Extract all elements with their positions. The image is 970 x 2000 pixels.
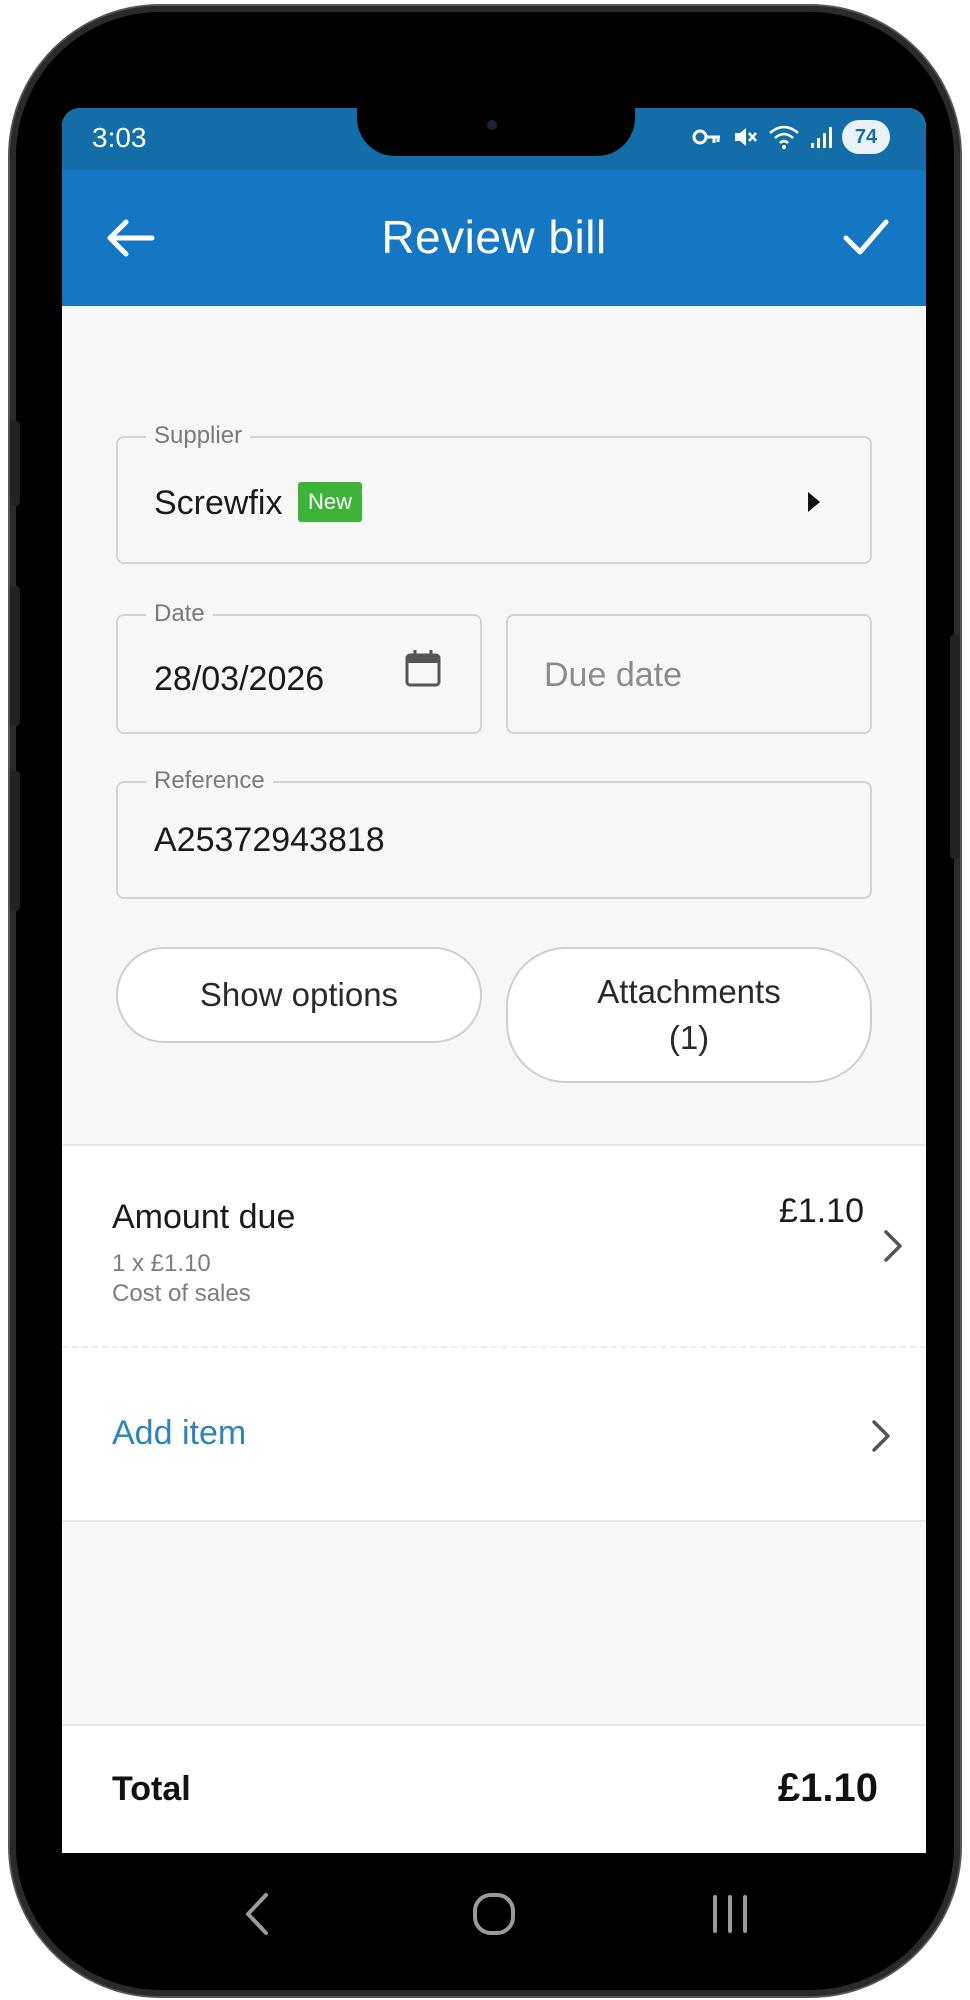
total-value: £1.10 (777, 1766, 878, 1810)
status-bar: 3:03 74 (62, 108, 926, 170)
line-item-amount: £1.10 (778, 1192, 864, 1230)
line-item-row[interactable]: Amount due 1 x £1.10 Cost of sales £1.10 (62, 1146, 926, 1346)
attachments-count: (1) (668, 1019, 710, 1056)
caret-right-icon (806, 490, 822, 519)
chevron-right-icon (870, 1418, 892, 1459)
system-nav-bar (62, 1853, 926, 1973)
page-title: Review bill (381, 211, 607, 263)
mute-icon (732, 124, 758, 150)
attachments-button[interactable]: Attachments (1) (506, 947, 872, 1083)
calendar-icon[interactable] (404, 648, 442, 693)
power-button (950, 634, 960, 859)
camera-notch (357, 108, 635, 156)
recents-nav-icon[interactable] (708, 1889, 752, 1944)
camera-icon (487, 120, 497, 130)
battery-icon: 74 (842, 120, 890, 154)
total-label: Total (112, 1770, 191, 1808)
due-date-placeholder: Due date (544, 656, 682, 694)
signal-icon (810, 125, 832, 149)
supplier-field[interactable]: Supplier Screwfix New (116, 422, 872, 564)
due-date-field[interactable]: Due date (506, 614, 872, 734)
date-value: 28/03/2026 (154, 660, 325, 698)
chevron-right-icon (882, 1228, 904, 1269)
add-item-link[interactable]: Add item (112, 1414, 246, 1453)
reference-value: A25372943818 (154, 821, 385, 859)
volume-up-button (10, 586, 20, 726)
key-icon (692, 127, 722, 147)
screen: 3:03 74 Review bill Supplier Screwfix Ne… (62, 108, 926, 1853)
new-badge: New (298, 482, 363, 522)
add-item-row[interactable]: Add item (62, 1348, 926, 1522)
total-bar: Total £1.10 (62, 1724, 926, 1853)
line-item-title: Amount due (112, 1198, 296, 1236)
back-nav-icon[interactable] (240, 1889, 274, 1944)
supplier-label: Supplier (146, 422, 251, 450)
app-bar: Review bill (62, 170, 926, 306)
line-item-category: Cost of sales (112, 1280, 251, 1307)
status-time: 3:03 (92, 122, 147, 153)
reference-field[interactable]: Reference A25372943818 (116, 767, 872, 899)
wifi-icon (768, 124, 800, 150)
supplier-value: Screwfix (154, 484, 283, 522)
line-items-list: Amount due 1 x £1.10 Cost of sales £1.10… (62, 1144, 926, 1522)
home-nav-icon[interactable] (470, 1889, 518, 1944)
line-item-quantity: 1 x £1.10 (112, 1250, 211, 1277)
show-options-button[interactable]: Show options (116, 947, 482, 1043)
date-label: Date (146, 600, 213, 628)
side-button (10, 421, 20, 506)
attachments-label: Attachments (597, 973, 781, 1010)
status-icons: 74 (692, 120, 890, 154)
date-field[interactable]: Date 28/03/2026 (116, 600, 482, 734)
volume-down-button (10, 771, 20, 911)
confirm-button[interactable] (840, 212, 892, 262)
phone-frame: 3:03 74 Review bill Supplier Screwfix Ne… (10, 6, 960, 1996)
check-icon (843, 219, 889, 255)
reference-label: Reference (146, 767, 273, 795)
